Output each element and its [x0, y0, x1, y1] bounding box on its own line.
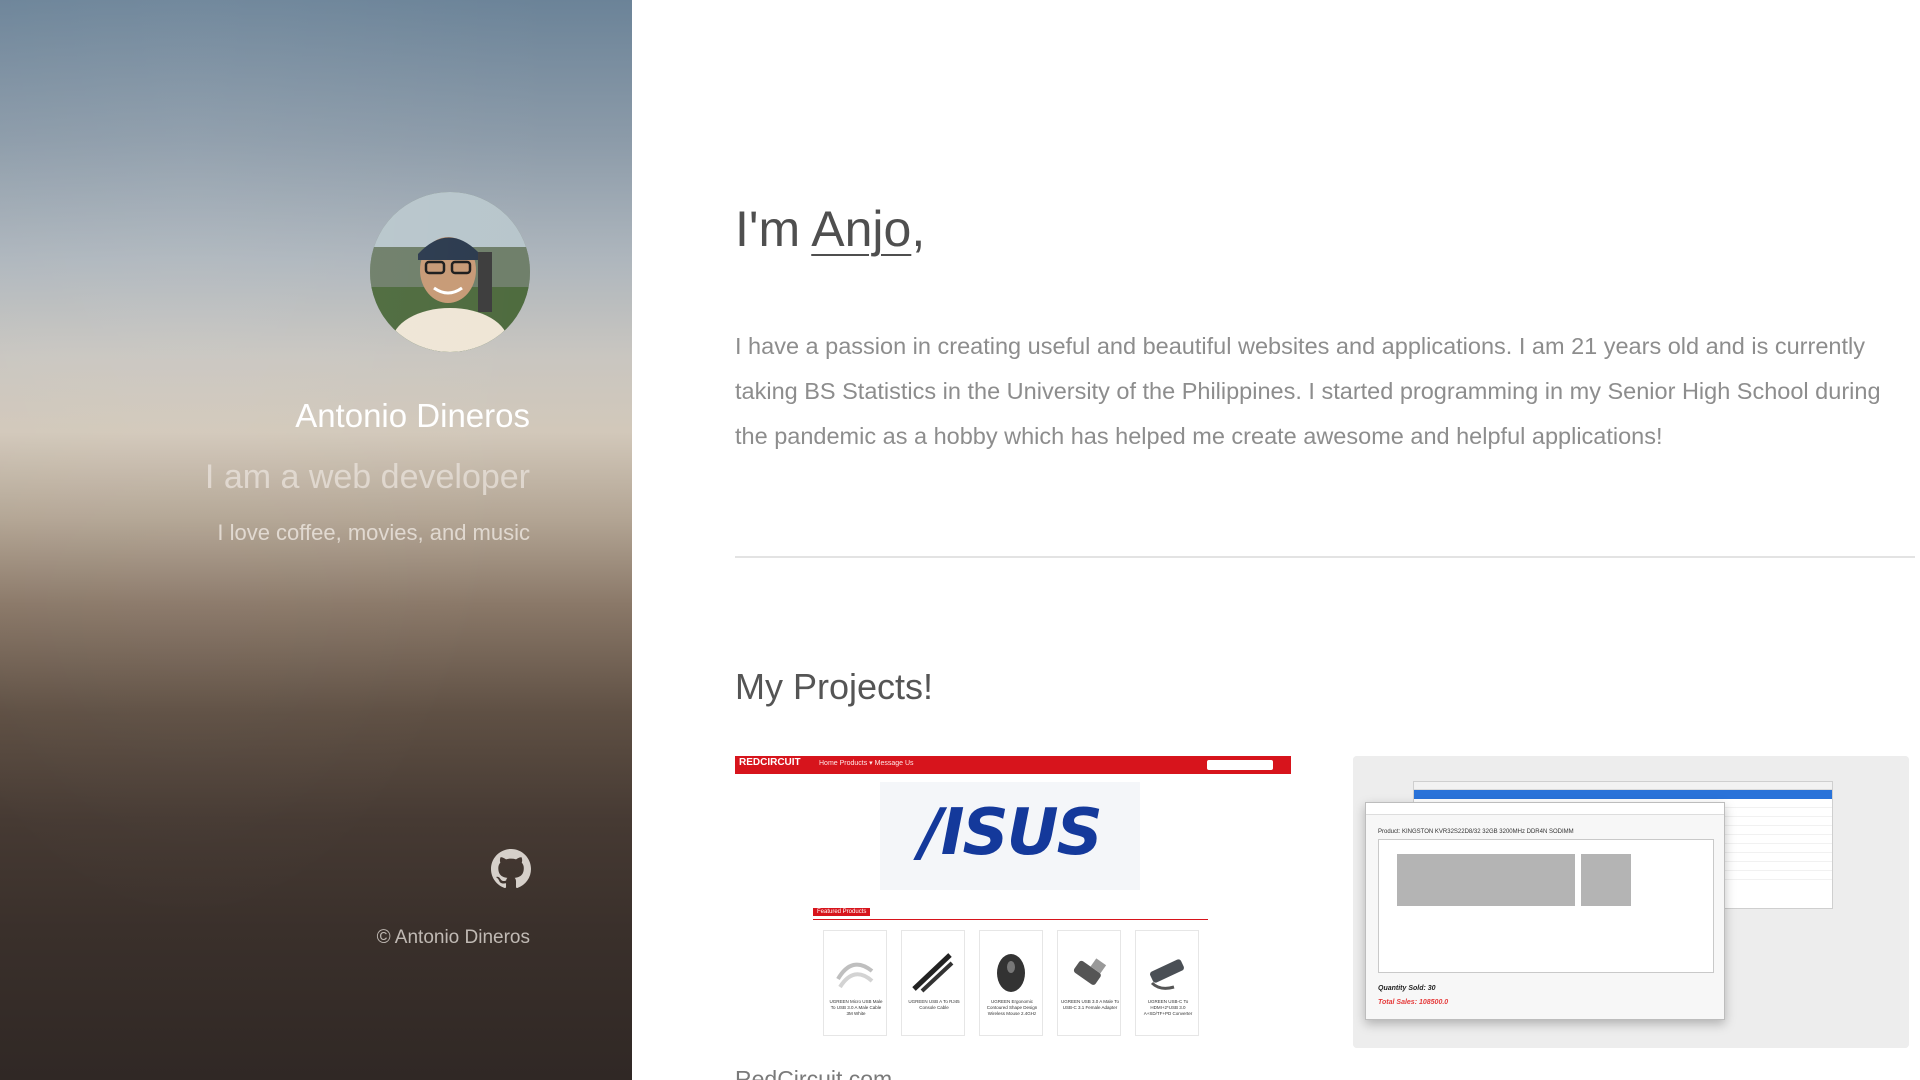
main-content: I'm Anjo, I have a passion in creating u…: [735, 0, 1920, 1080]
avatar: [370, 192, 530, 352]
profile-role: I am a web developer: [204, 458, 530, 496]
app-product-line: Product: KINGSTON KVR32S22D8/32 32GB 320…: [1378, 829, 1574, 835]
rc-product-card: UGREEN Ergonomic Contoured Shape Design …: [979, 930, 1043, 1036]
rc-product-card: UGREEN USB A To RJ45 Console Cable: [901, 930, 965, 1036]
app-dialog: Product: KINGSTON KVR32S22D8/32 32GB 320…: [1365, 802, 1725, 1020]
cable-icon: [836, 962, 874, 989]
project-card-inventory-app[interactable]: Product: KINGSTON KVR32S22D8/32 32GB 320…: [1353, 756, 1909, 1048]
greeting-suffix: ,: [911, 201, 926, 257]
rc-search-field: [1207, 760, 1273, 770]
github-icon[interactable]: [491, 849, 531, 889]
app-total-sales: Total Sales: 108500.0: [1378, 999, 1449, 1006]
adapter-icon: [1073, 958, 1107, 985]
profile-name: Antonio Dineros: [295, 397, 530, 434]
project-caption[interactable]: RedCircuit.com: [735, 1066, 892, 1080]
rc-logo: REDCIRCUIT: [739, 757, 801, 768]
rc-product-card: UGREEN USB 3.0 A Male To USB-C 3.1 Femal…: [1057, 930, 1121, 1036]
rc-navbar: REDCIRCUIT Home Products ▾ Message Us: [735, 756, 1291, 774]
hub-icon: [1150, 959, 1184, 990]
greeting-prefix: I'm: [735, 201, 812, 257]
redacted-block: [1581, 854, 1631, 906]
app-table-selected-row: [1414, 790, 1832, 799]
rc-product-name: UGREEN USB 3.0 A Male To USB-C 3.1 Femal…: [1061, 999, 1119, 1010]
rc-featured-line: [813, 919, 1208, 920]
projects-heading: My Projects!: [735, 666, 934, 707]
avatar-photo: [370, 192, 530, 352]
rc-featured-label: Featured Products: [813, 908, 871, 916]
project-card-redcircuit[interactable]: REDCIRCUIT Home Products ▾ Message Us /I…: [735, 756, 1291, 1048]
rc-product-card: UGREEN Micro USB Male To USB 3.0 A Male …: [823, 930, 887, 1036]
app-sales-table: [1378, 839, 1714, 973]
greeting-heading: I'm Anjo,: [735, 200, 925, 258]
profile-sidebar: Antonio Dineros I am a web developer I l…: [0, 0, 632, 1080]
rc-brand-banner: /ISUS: [880, 782, 1140, 890]
app-window: Product: KINGSTON KVR32S22D8/32 32GB 320…: [1353, 756, 1909, 1048]
profile-interests: I love coffee, movies, and music: [217, 520, 530, 545]
rc-nav-items: Home Products ▾ Message Us: [819, 760, 914, 767]
rc-product-list: UGREEN Micro USB Male To USB 3.0 A Male …: [823, 930, 1203, 1038]
section-divider: [735, 556, 1915, 558]
mouse-icon: [997, 954, 1025, 992]
app-table-header: [1414, 782, 1832, 790]
nickname-link[interactable]: Anjo: [811, 201, 911, 257]
redacted-block: [1397, 854, 1575, 906]
app-quantity-sold: Quantity Sold: 30: [1378, 985, 1436, 992]
rc-product-name: UGREEN Ergonomic Contoured Shape Design …: [986, 999, 1038, 1016]
rc-product-name: UGREEN Micro USB Male To USB 3.0 A Male …: [829, 999, 883, 1016]
rc-product-name: UGREEN USB A To RJ45 Console Cable: [908, 999, 960, 1010]
about-paragraph: I have a passion in creating useful and …: [735, 333, 1881, 449]
app-dialog-titlebar: [1366, 803, 1724, 815]
copyright: © Antonio Dineros: [376, 927, 530, 948]
rc-brand-logo: /ISUS: [919, 796, 1102, 870]
cable-icon: [912, 953, 954, 993]
rc-product-card: UGREEN USB-C To HDMI+2*USB 3.0 A+SD/TF+P…: [1135, 930, 1199, 1036]
rc-product-name: UGREEN USB-C To HDMI+2*USB 3.0 A+SD/TF+P…: [1143, 999, 1193, 1016]
